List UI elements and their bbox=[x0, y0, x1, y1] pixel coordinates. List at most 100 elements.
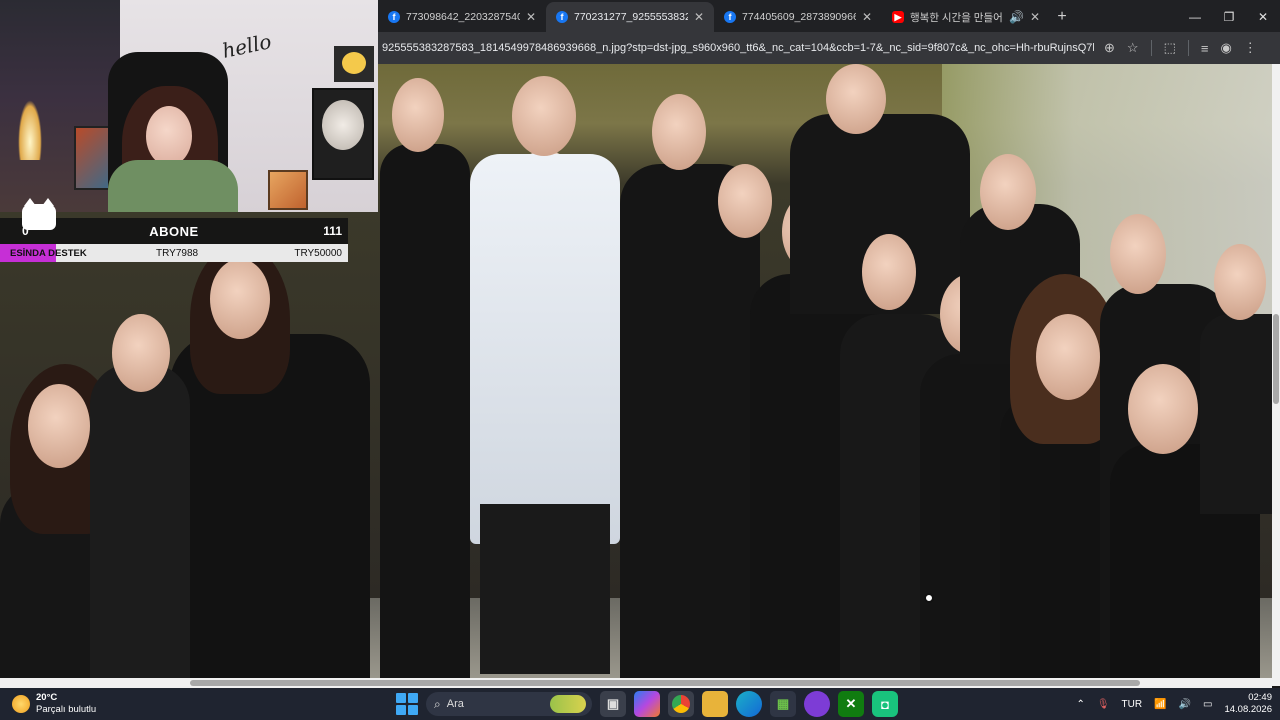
search-icon: ⌕ bbox=[434, 696, 441, 711]
horizontal-scrollbar[interactable] bbox=[0, 678, 1272, 688]
student-face bbox=[392, 78, 444, 152]
close-tab-icon[interactable]: ✕ bbox=[694, 10, 704, 24]
teacher-trousers bbox=[480, 504, 610, 674]
horizontal-scroll-thumb[interactable] bbox=[190, 680, 1140, 686]
speaker-icon[interactable]: 🔊 bbox=[1009, 10, 1024, 24]
donation-current: TRY7988 bbox=[156, 247, 199, 259]
streamer-shirt bbox=[108, 160, 238, 212]
student-face bbox=[1128, 364, 1198, 454]
taskbar-apps: ⌕ Ara ▣ ▦ ✕ ◘ bbox=[396, 688, 898, 720]
chat-app-icon[interactable]: ◘ bbox=[872, 691, 898, 717]
weather-widget[interactable]: 20°C Parçalı bulutlu bbox=[12, 692, 96, 716]
menu-kebab-icon[interactable]: ⋮ bbox=[1244, 40, 1257, 56]
chevron-up-icon[interactable]: ⌃ bbox=[1076, 699, 1084, 710]
media-control-icon[interactable]: ≡ bbox=[1201, 41, 1209, 56]
student-face bbox=[112, 314, 170, 392]
cat-figure bbox=[322, 100, 364, 150]
webcam-overlay: hello bbox=[0, 0, 378, 212]
wifi-icon[interactable]: 📶 bbox=[1154, 699, 1166, 710]
duck-artwork bbox=[334, 46, 374, 82]
chrome-icon[interactable] bbox=[668, 691, 694, 717]
weather-temp: 20°C bbox=[36, 692, 58, 703]
subscriber-bar: 0 ABONE 111 bbox=[0, 198, 348, 244]
extensions-icon[interactable]: ⬚ bbox=[1164, 40, 1176, 56]
clock[interactable]: 02:49 14.08.2026 bbox=[1224, 692, 1272, 716]
stream-goal-widget: 0 ABONE 111 ESİNDA DESTEK TRY7988 TRY500… bbox=[0, 198, 348, 262]
minimize-icon[interactable]: — bbox=[1178, 2, 1212, 32]
student-face bbox=[28, 384, 90, 468]
student-blazer bbox=[1200, 314, 1272, 514]
restore-icon[interactable]: ❐ bbox=[1212, 2, 1246, 32]
student-face bbox=[826, 64, 886, 134]
profile-icon[interactable]: ◉ bbox=[1220, 40, 1231, 56]
close-window-icon[interactable]: ✕ bbox=[1246, 2, 1280, 32]
browser-tab[interactable]: ▶ 행복한 시간을 만들어주는 🔊 ✕ bbox=[882, 2, 1050, 32]
weather-desc: Parçalı bulutlu bbox=[36, 704, 97, 715]
store-icon[interactable]: ▦ bbox=[770, 691, 796, 717]
vertical-scrollbar[interactable] bbox=[1272, 64, 1280, 686]
microphone-icon[interactable]: 🎙 bbox=[1097, 699, 1110, 710]
student-blazer bbox=[380, 144, 470, 678]
cat-painting bbox=[312, 88, 374, 180]
zoom-icon[interactable]: ⊕ bbox=[1104, 40, 1115, 56]
donation-bar: ESİNDA DESTEK TRY7988 TRY50000 bbox=[0, 244, 348, 262]
student-blazer bbox=[90, 364, 190, 678]
facebook-icon: f bbox=[724, 11, 736, 23]
battery-icon[interactable]: ▭ bbox=[1203, 699, 1212, 710]
bookmark-star-icon[interactable]: ☆ bbox=[1127, 40, 1139, 56]
task-view-icon[interactable]: ▣ bbox=[600, 691, 626, 717]
weather-text: 20°C Parçalı bulutlu bbox=[36, 692, 96, 716]
close-tab-icon[interactable]: ✕ bbox=[862, 10, 872, 24]
facebook-icon: f bbox=[388, 11, 400, 23]
screen: f 773098642_220328754046620 ✕ f 77023127… bbox=[0, 0, 1280, 720]
search-highlight-icon bbox=[550, 695, 586, 713]
student-face bbox=[1214, 244, 1266, 320]
teacher-lab-coat bbox=[470, 154, 620, 544]
language-indicator[interactable]: TUR bbox=[1122, 699, 1143, 710]
browser-tab[interactable]: f 773098642_220328754046620 ✕ bbox=[378, 2, 546, 32]
donation-goal: TRY50000 bbox=[294, 247, 342, 259]
close-tab-icon[interactable]: ✕ bbox=[1030, 10, 1040, 24]
small-painting bbox=[268, 170, 308, 210]
facebook-icon: f bbox=[556, 11, 568, 23]
student-face bbox=[718, 164, 772, 238]
edge-icon[interactable] bbox=[736, 691, 762, 717]
youtube-icon: ▶ bbox=[892, 11, 904, 23]
tab-title: 770231277_925555383287583 bbox=[574, 11, 688, 23]
media-app-icon[interactable] bbox=[804, 691, 830, 717]
subscriber-count: 111 bbox=[323, 224, 342, 238]
clock-time: 02:49 bbox=[1248, 692, 1272, 703]
browser-tab-active[interactable]: f 770231277_925555383287583 ✕ bbox=[546, 2, 714, 32]
window-controls: — ❐ ✕ bbox=[1178, 2, 1280, 32]
address-bar[interactable]: 925555383287583_1814549978486939668_n.jp… bbox=[382, 42, 1094, 54]
tab-title: 773098642_220328754046620 bbox=[406, 11, 520, 23]
student-face bbox=[980, 154, 1036, 230]
streamer-face bbox=[146, 106, 192, 166]
partly-cloudy-icon bbox=[12, 695, 30, 713]
lamp bbox=[18, 100, 42, 160]
student-face bbox=[652, 94, 706, 170]
new-tab-button[interactable]: + bbox=[1050, 2, 1074, 32]
browser-tab[interactable]: f 774405609_287389096632034 ✕ bbox=[714, 2, 882, 32]
student-face bbox=[1036, 314, 1100, 400]
student-face bbox=[862, 234, 916, 310]
mouse-cursor-icon bbox=[924, 593, 934, 603]
donation-label: ESİNDA DESTEK bbox=[10, 247, 87, 259]
toolbar-icons: ⊕ ☆ ⬚ ≡ ◉ ⋮ bbox=[1104, 40, 1257, 56]
browser-toolbar: 925555383287583_1814549978486939668_n.jp… bbox=[378, 32, 1280, 64]
search-placeholder: Ara bbox=[446, 698, 464, 710]
volume-icon[interactable]: 🔊 bbox=[1179, 699, 1191, 710]
close-tab-icon[interactable]: ✕ bbox=[526, 10, 536, 24]
student-face bbox=[210, 259, 270, 339]
teacher-face bbox=[512, 76, 576, 156]
taskbar-search[interactable]: ⌕ Ara bbox=[426, 692, 592, 716]
copilot-icon[interactable] bbox=[634, 691, 660, 717]
subscriber-title: ABONE bbox=[149, 223, 199, 239]
vertical-scroll-thumb[interactable] bbox=[1273, 314, 1279, 404]
toolbar-separator bbox=[1150, 40, 1152, 56]
xbox-icon[interactable]: ✕ bbox=[838, 691, 864, 717]
system-tray: ⌃ 🎙 TUR 📶 🔊 ▭ 02:49 14.08.2026 bbox=[1076, 688, 1272, 720]
windows-start-icon[interactable] bbox=[396, 693, 418, 715]
tab-title: 774405609_287389096632034 bbox=[742, 11, 856, 23]
file-explorer-icon[interactable] bbox=[702, 691, 728, 717]
